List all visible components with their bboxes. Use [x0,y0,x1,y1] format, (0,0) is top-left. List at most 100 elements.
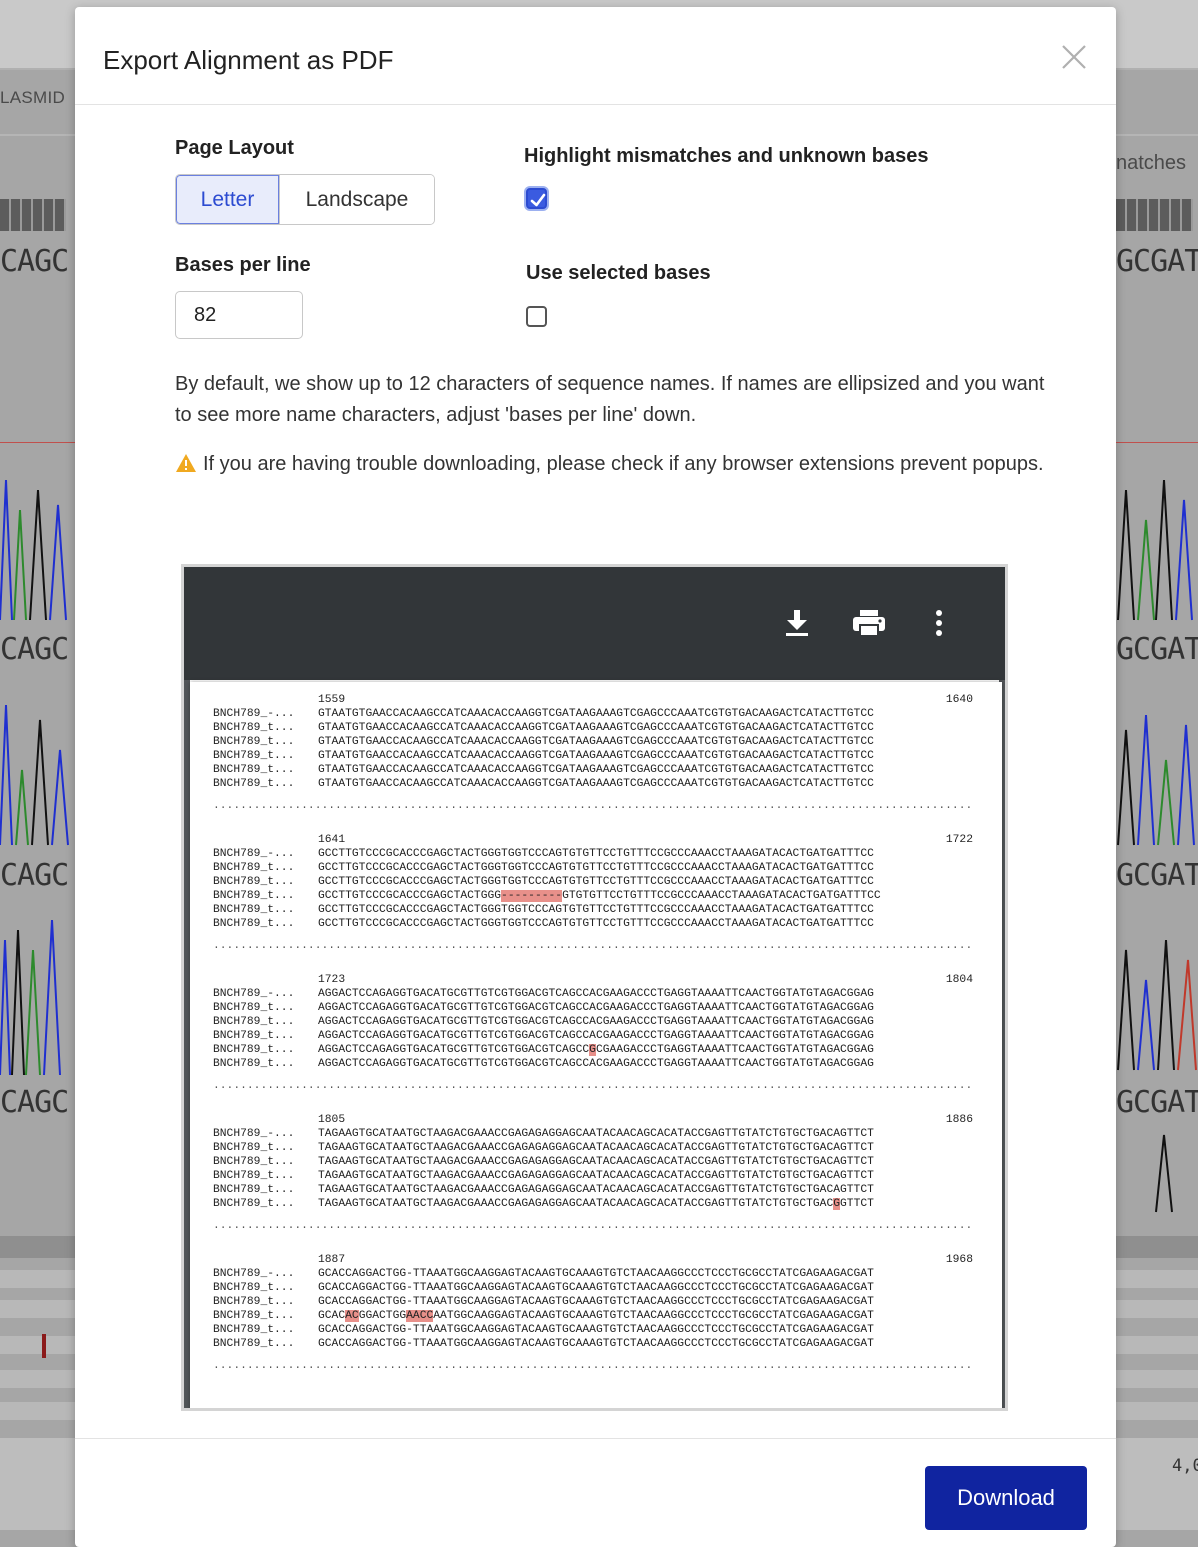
sequence-name: BNCH789_t... [213,778,295,790]
sequence-row: BNCH789_t... GTAATGTGAACCACAAGCCATCAAACAC… [213,735,973,749]
sequence-name: BNCH789_t... [213,876,295,888]
close-icon [1062,45,1086,69]
ruler-left [0,199,66,231]
sequence-bases: TAGAAGTGCATAATGCTAAGACGAAACCGAGAGAGGAGCA… [318,1170,874,1182]
sequence-row: BNCH789_t... AGGACTCCAGAGGTGACATGCGTTGTCG… [213,1057,973,1071]
position-end: 1722 [945,834,973,846]
sequence-row: BNCH789_t... GCCTTGTCCCGCACCCGAGCTACTGGGT… [213,875,973,889]
sequence-row: BNCH789_-... GTAATGTGAACCACAAGCCATCAAACAC… [213,707,973,721]
sequence-bases: GCACCAGGACTGG-TTAAATGGCAAGGAGTACAAGTGCAA… [318,1282,874,1294]
sequence-name: BNCH789_-... [213,1128,295,1140]
position-start: 1805 [318,1114,346,1126]
sequence-name: BNCH789_t... [213,1338,295,1350]
position-row: 1641 1722 [213,833,973,847]
block-separator: ........................................… [213,800,973,812]
bg-sequence-right: GCGAT [1116,244,1198,279]
sequence-bases: GCACCAGGACTGG-TTAAATGGCAAGGAGTACAAGTGCAA… [318,1324,874,1336]
position-start: 1723 [318,974,346,986]
sequence-row: BNCH789_t... AGGACTCCAGAGGTGACATGCGTTGTCG… [213,1043,973,1057]
position-row: 1559 1640 [213,693,973,707]
mismatch-highlight: G [833,1198,841,1210]
more-vert-icon[interactable] [929,607,949,639]
sequence-name: BNCH789_t... [213,890,295,902]
sequence-bases: CGAAGACCCTGAGGTAAAATTCAACTGGTATGTAGACGGA… [595,1044,874,1056]
bases-per-line-input[interactable] [175,291,303,339]
landscape-option[interactable]: Landscape [279,175,434,224]
sequence-bases: GCCTTGTCCCGCACCCGAGCTACTGGG [318,890,502,902]
download-icon[interactable] [781,607,813,639]
sequence-row: BNCH789_-... GCACCAGGACTGG-TTAAATGGCAAGGA… [213,1267,973,1281]
sequence-bases: GCCTTGTCCCGCACCCGAGCTACTGGGTGGTCCCAGTGTG… [318,862,874,874]
position-end: 1640 [945,694,973,706]
chromatogram-left-2 [0,704,69,846]
sequence-bases: GTAATGTGAACCACAAGCCATCAAACACCAAGGTCGATAA… [318,778,874,790]
sequence-row: BNCH789_t... GTAATGTGAACCACAAGCCATCAAACAC… [213,749,973,763]
use-selected-bases-checkbox[interactable] [526,306,547,327]
position-start: 1641 [318,834,346,846]
sequence-row: BNCH789_t... GCACCAGGACTGG-TTAAATGGCAAGGA… [213,1281,973,1295]
sequence-row: BNCH789_t... GCCTTGTCCCGCACCCGAGCTACTGGGT… [213,903,973,917]
export-pdf-modal: Export Alignment as PDF Page Layout Lett… [75,7,1116,1547]
alignment-block: 1723 1804 BNCH789_-... AGGACTCCAGAGGTGACATG… [213,973,973,1093]
position-start: 1559 [318,694,346,706]
sequence-bases: AGGACTCCAGAGGTGACATGCGTTGTCGTGGACGTCAGCC [318,1044,590,1056]
sequence-bases: TAGAAGTGCATAATGCTAAGACGAAACCGAGAGAGGAGCA… [318,1184,874,1196]
sequence-bases: GTAATGTGAACCACAAGCCATCAAACACCAAGGTCGATAA… [318,764,874,776]
sequence-bases: TAGAAGTGCATAATGCTAAGACGAAACCGAGAGAGGAGCA… [318,1198,834,1210]
chromatogram-right-4 [1155,1134,1173,1213]
pdf-page: 1559 1640 BNCH789_-... GTAATGTGAACCACAAGCCA… [190,682,1002,1408]
sequence-name: BNCH789_t... [213,1002,295,1014]
sequence-name: BNCH789_t... [213,736,295,748]
sequence-name: BNCH789_t... [213,1310,295,1322]
sequence-row: BNCH789_t... TAGAAGTGCATAATGCTAAGACGAAACC… [213,1197,973,1211]
sequence-bases: GCCTTGTCCCGCACCCGAGCTACTGGGTGGTCCCAGTGTG… [318,918,874,930]
tab-plasmid[interactable]: LASMID [0,88,65,108]
highlight-mismatches-checkbox[interactable] [526,188,547,209]
position-row: 1723 1804 [213,973,973,987]
alignment-block: 1641 1722 BNCH789_-... GCCTTGTCCCGCACCCGAGC… [213,833,973,953]
ruler-right [1116,199,1193,231]
warning-text: If you are having trouble downloading, p… [203,453,1044,475]
position-end: 1804 [945,974,973,986]
sequence-row: BNCH789_t... GCACCAGGACTGG-TTAAATGGCAAGGA… [213,1295,973,1309]
sequence-bases: TAGAAGTGCATAATGCTAAGACGAAACCGAGAGAGGAGCA… [318,1156,874,1168]
use-selected-bases-label: Use selected bases [526,262,711,284]
bg-mismatch-marker [42,1334,46,1358]
download-button[interactable]: Download [925,1466,1087,1530]
bg-sequence-right: GCGAT [1116,858,1198,893]
bg-position-readout: 4,0 [1172,1456,1198,1476]
tab-mismatches[interactable]: natches [1116,152,1186,175]
print-icon[interactable] [851,607,887,639]
sequence-bases: GCCTTGTCCCGCACCCGAGCTACTGGGTGGTCCCAGTGTG… [318,904,874,916]
sequence-name: BNCH789_-... [213,1268,295,1280]
sequence-bases: GCCTTGTCCCGCACCCGAGCTACTGGGTGGTCCCAGTGTG… [318,876,874,888]
sequence-bases: AGGACTCCAGAGGTGACATGCGTTGTCGTGGACGTCAGCC… [318,988,874,1000]
checkmark-icon [530,193,546,207]
letter-option[interactable]: Letter [176,175,279,224]
sequence-row: BNCH789_t... GCACACGGACTGGAACCAATGGCAAGGA… [213,1309,973,1323]
block-separator: ........................................… [213,1220,973,1232]
sequence-row: BNCH789_t... GTAATGTGAACCACAAGCCATCAAACAC… [213,721,973,735]
modal-header: Export Alignment as PDF [75,7,1116,105]
sequence-row: BNCH789_t... TAGAAGTGCATAATGCTAAGACGAAACC… [213,1155,973,1169]
sequence-name: BNCH789_t... [213,1296,295,1308]
sequence-name: BNCH789_t... [213,1058,295,1070]
block-separator: ........................................… [213,1080,973,1092]
sequence-name: BNCH789_t... [213,904,295,916]
mismatch-highlight: AC [345,1310,359,1322]
sequence-row: BNCH789_t... GTAATGTGAACCACAAGCCATCAAACAC… [213,777,973,791]
bg-sequence-left: CAGC [0,244,69,279]
block-separator: ........................................… [213,940,973,952]
sequence-bases: AGGACTCCAGAGGTGACATGCGTTGTCGTGGACGTCAGCC… [318,1002,874,1014]
mismatch-highlight: --------- [501,890,563,902]
mismatch-highlight: AACC [406,1310,434,1322]
sequence-bases: GCCTTGTCCCGCACCCGAGCTACTGGGTGGTCCCAGTGTG… [318,848,874,860]
sequence-bases: GTAATGTGAACCACAAGCCATCAAACACCAAGGTCGATAA… [318,750,874,762]
close-button[interactable] [1058,41,1090,73]
position-end: 1968 [945,1254,973,1266]
position-row: 1887 1968 [213,1253,973,1267]
warning-message: If you are having trouble downloading, p… [175,449,1055,480]
sequence-bases: GCAC [318,1310,346,1322]
chromatogram-left-3 [0,919,61,1076]
sequence-row: BNCH789_t... TAGAAGTGCATAATGCTAAGACGAAACC… [213,1183,973,1197]
